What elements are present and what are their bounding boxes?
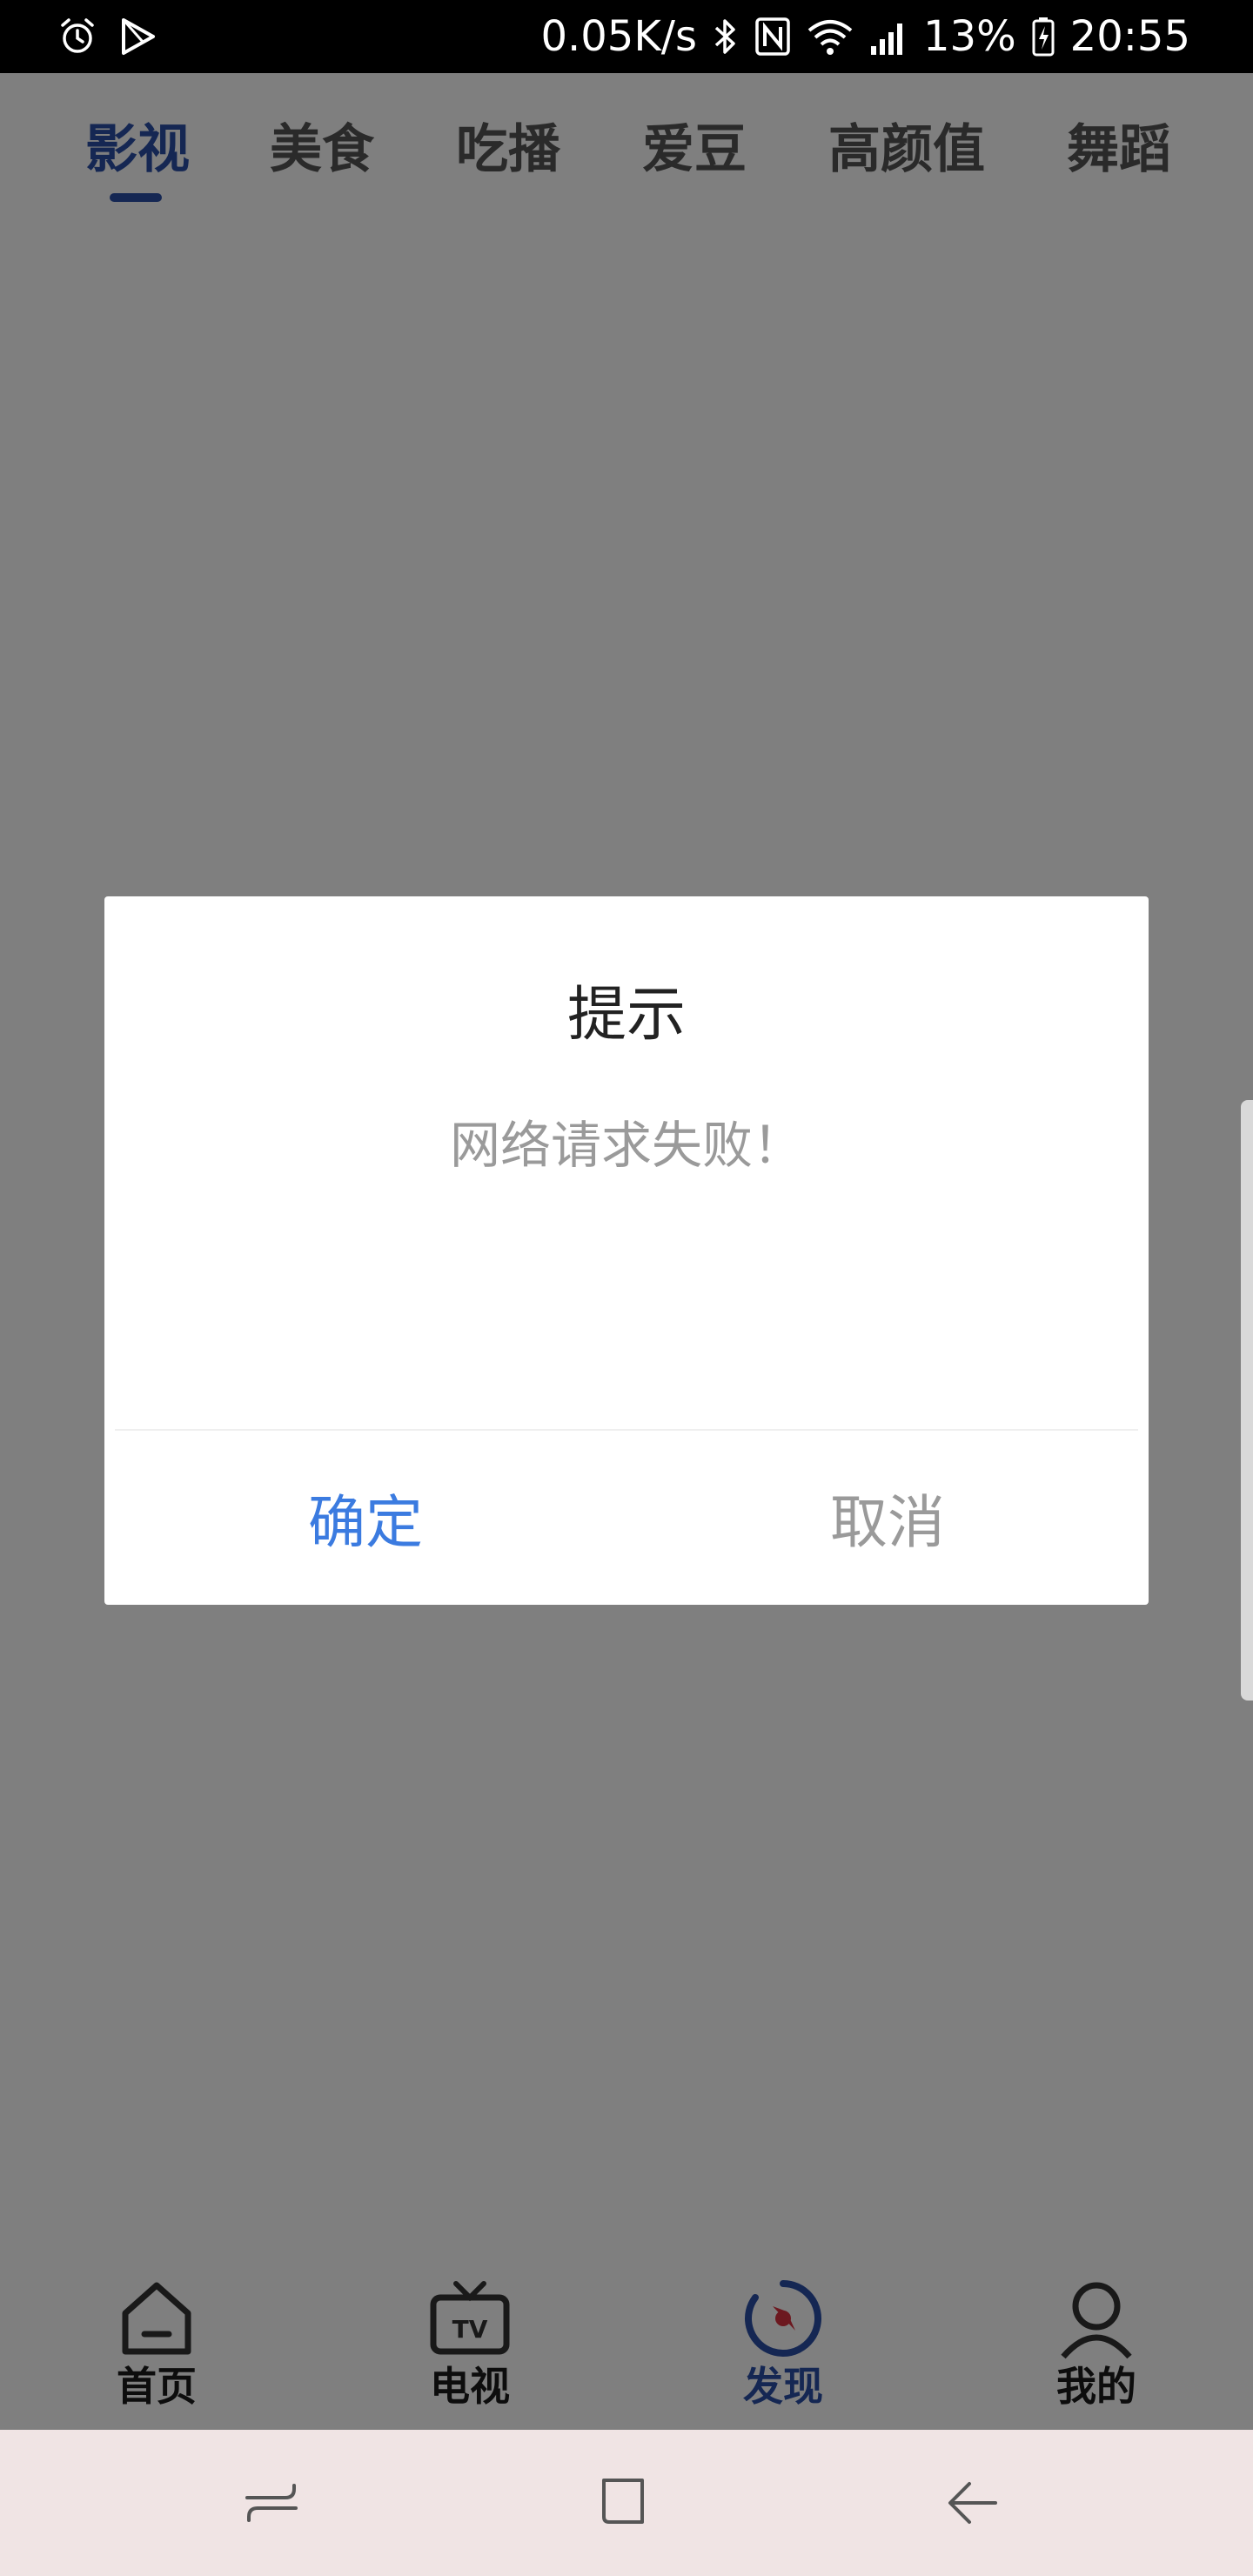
bluetooth-icon	[713, 17, 739, 57]
alert-dialog: 提示 网络请求失败！ 确定 取消	[104, 896, 1149, 1605]
wifi-icon	[807, 17, 854, 57]
edge-panel-handle[interactable]	[1241, 1100, 1253, 1701]
battery-percent: 13%	[922, 12, 1016, 61]
battery-charging-icon	[1032, 17, 1055, 57]
status-right-icons: 0.05K/s 13% 20:55	[540, 10, 1190, 63]
recent-apps-button[interactable]	[237, 2468, 306, 2538]
play-store-icon	[120, 17, 157, 56]
cancel-button[interactable]: 取消	[626, 1431, 1149, 1605]
signal-icon	[869, 17, 908, 57]
system-navigation-bar	[0, 2430, 1253, 2576]
dialog-message: 网络请求失败！	[449, 1116, 803, 1175]
alarm-icon	[57, 17, 97, 57]
clock-time: 20:55	[1069, 12, 1190, 61]
network-speed: 0.05K/s	[540, 12, 697, 61]
confirm-button[interactable]: 确定	[104, 1431, 626, 1605]
recent-apps-icon	[237, 2468, 306, 2538]
status-bar: 0.05K/s 13% 20:55	[0, 0, 1253, 73]
status-left-icons	[57, 14, 157, 59]
back-icon	[940, 2468, 1009, 2538]
home-button-icon	[588, 2468, 658, 2538]
home-button[interactable]	[588, 2468, 658, 2538]
nfc-icon	[754, 17, 791, 57]
dialog-title: 提示	[566, 981, 686, 1050]
back-button[interactable]	[940, 2468, 1009, 2538]
